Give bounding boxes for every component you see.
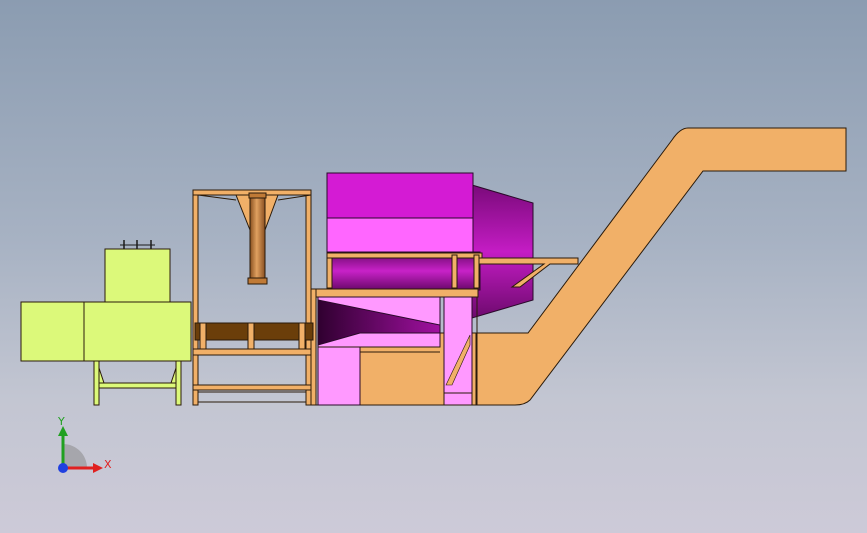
x-axis-arrow-icon: [93, 463, 103, 473]
pink-chute-top-rail: [312, 288, 479, 298]
triad-quarter-disc: [63, 444, 87, 468]
drum-frame-mid: [451, 254, 458, 289]
x-axis-label: X: [104, 458, 112, 471]
power-unit[interactable]: [20, 240, 192, 362]
drum-cone-end[interactable]: [471, 184, 534, 319]
pink-chute-post[interactable]: [443, 296, 473, 406]
hydraulic-cylinder[interactable]: [249, 196, 266, 280]
pink-chute-lower[interactable]: [317, 346, 361, 406]
drum-frame-top: [326, 252, 483, 259]
y-axis-label: Y: [57, 415, 65, 428]
drum-frame-right: [473, 254, 480, 289]
z-axis-dot-icon: [58, 463, 68, 473]
drum-cover[interactable]: [326, 217, 474, 253]
drum-top-housing[interactable]: [326, 172, 474, 219]
power-unit-stand[interactable]: [93, 360, 182, 406]
graphics-viewport[interactable]: Y X: [0, 0, 867, 533]
drum-frame-left: [326, 254, 333, 289]
assembly-model-view[interactable]: Y X: [0, 0, 867, 533]
coordinate-triad: Y X: [57, 415, 112, 473]
